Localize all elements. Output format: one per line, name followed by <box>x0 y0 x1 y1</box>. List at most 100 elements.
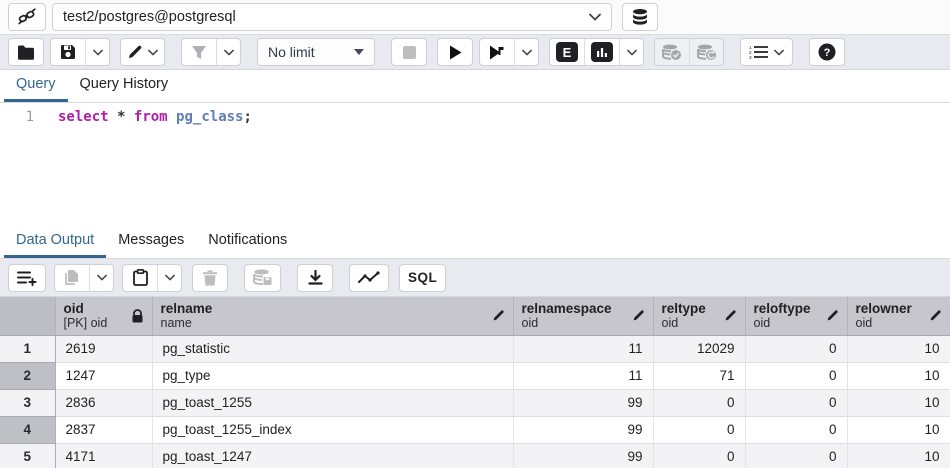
row-number-cell[interactable]: 2 <box>0 362 55 389</box>
pencil-icon[interactable] <box>492 309 505 322</box>
grid-cell[interactable]: pg_toast_1247 <box>152 443 513 468</box>
grid-cell[interactable]: 0 <box>745 389 847 416</box>
cancel-query-button[interactable] <box>391 38 427 66</box>
stop-icon <box>403 46 416 59</box>
grid-header: oid [PK] oid relname name <box>0 297 950 335</box>
pencil-icon[interactable] <box>724 309 737 322</box>
grid-cell[interactable]: pg_toast_1255_index <box>152 416 513 443</box>
rollback-button[interactable] <box>689 39 723 65</box>
row-number-cell[interactable]: 5 <box>0 443 55 468</box>
grid-cell[interactable]: 10 <box>847 416 950 443</box>
connection-select[interactable]: test2/postgres@postgresql <box>52 3 612 31</box>
copy-menu-button[interactable] <box>89 265 113 291</box>
grid-cell[interactable]: 11 <box>513 362 653 389</box>
paste-button[interactable] <box>123 265 157 291</box>
commit-button[interactable] <box>655 39 689 65</box>
explain-icon: E <box>556 42 578 62</box>
numbered-list-icon: 123 <box>749 45 769 59</box>
save-data-changes-button[interactable] <box>244 264 281 292</box>
sql-editor[interactable]: 1 select * from pg_class; <box>0 103 950 228</box>
copy-group <box>54 264 114 292</box>
edit-button[interactable] <box>121 39 164 65</box>
download-button[interactable] <box>297 264 333 292</box>
graph-visualiser-button[interactable] <box>349 264 389 292</box>
data-output-grid: oid [PK] oid relname name <box>0 297 950 468</box>
explain-analyze-button[interactable] <box>584 39 619 65</box>
grid-cell[interactable]: 1247 <box>55 362 152 389</box>
execute-options-group <box>479 38 539 66</box>
output-panel-tabs: Data Output Messages Notifications <box>0 228 950 259</box>
row-limit-select[interactable]: No limit <box>257 38 375 66</box>
row-number-cell[interactable]: 4 <box>0 416 55 443</box>
copy-button[interactable] <box>55 265 89 291</box>
tab-messages[interactable]: Messages <box>106 226 196 258</box>
grid-cell[interactable]: 0 <box>653 443 745 468</box>
execute-menu-button[interactable] <box>514 39 538 65</box>
row-number-cell[interactable]: 1 <box>0 335 55 362</box>
macro-button[interactable]: 123 <box>740 38 793 66</box>
filter-button[interactable] <box>182 39 216 65</box>
grid-corner-cell[interactable] <box>0 297 55 335</box>
show-sql-button[interactable]: SQL <box>399 264 446 292</box>
pencil-icon[interactable] <box>826 309 839 322</box>
new-connection-button[interactable] <box>622 3 658 31</box>
download-icon <box>308 270 323 286</box>
add-row-button[interactable] <box>8 264 46 292</box>
tab-query[interactable]: Query <box>4 70 68 102</box>
pencil-icon[interactable] <box>632 309 645 322</box>
grid-cell[interactable]: 0 <box>745 335 847 362</box>
grid-cell[interactable]: pg_toast_1255 <box>152 389 513 416</box>
grid-cell[interactable]: 10 <box>847 335 950 362</box>
edit-button-group <box>120 38 165 66</box>
grid-cell[interactable]: 10 <box>847 362 950 389</box>
grid-cell[interactable]: 71 <box>653 362 745 389</box>
pencil-icon[interactable] <box>929 309 942 322</box>
tab-data-output[interactable]: Data Output <box>4 226 106 258</box>
column-header-reltype[interactable]: reltype oid <box>653 297 745 335</box>
caret-down-icon <box>354 49 364 55</box>
grid-cell[interactable]: 10 <box>847 443 950 468</box>
grid-cell[interactable]: 12029 <box>653 335 745 362</box>
grid-cell[interactable]: 2619 <box>55 335 152 362</box>
column-header-relowner[interactable]: relowner oid <box>847 297 950 335</box>
explain-button[interactable]: E <box>550 39 584 65</box>
grid-cell[interactable]: 0 <box>653 389 745 416</box>
rollback-icon <box>697 44 717 61</box>
grid-cell[interactable]: 99 <box>513 443 653 468</box>
column-header-oid[interactable]: oid [PK] oid <box>55 297 152 335</box>
grid-cell[interactable]: 2836 <box>55 389 152 416</box>
grid-cell[interactable]: 0 <box>653 416 745 443</box>
grid-cell[interactable]: 0 <box>745 416 847 443</box>
execute-to-cursor-button[interactable] <box>480 39 514 65</box>
delete-row-button[interactable] <box>192 264 228 292</box>
grid-cell[interactable]: 99 <box>513 416 653 443</box>
grid-cell[interactable]: 99 <box>513 389 653 416</box>
grid-cell[interactable]: pg_statistic <box>152 335 513 362</box>
row-limit-value: No limit <box>268 44 315 60</box>
explain-menu-button[interactable] <box>619 39 643 65</box>
filter-menu-button[interactable] <box>216 39 240 65</box>
connection-status-button[interactable] <box>8 3 46 31</box>
row-number-cell[interactable]: 3 <box>0 389 55 416</box>
help-button[interactable]: ? <box>809 38 845 66</box>
grid-cell[interactable]: 0 <box>745 362 847 389</box>
paste-menu-button[interactable] <box>157 265 181 291</box>
editor-code-line[interactable]: select * from pg_class; <box>46 103 950 228</box>
open-file-button[interactable] <box>8 38 44 66</box>
grid-cell[interactable]: 10 <box>847 389 950 416</box>
column-header-reloftype[interactable]: reloftype oid <box>745 297 847 335</box>
grid-cell[interactable]: 0 <box>745 443 847 468</box>
filter-icon <box>191 45 207 60</box>
grid-cell[interactable]: 11 <box>513 335 653 362</box>
grid-cell[interactable]: pg_type <box>152 362 513 389</box>
grid-cell[interactable]: 4171 <box>55 443 152 468</box>
tab-notifications[interactable]: Notifications <box>196 226 299 258</box>
grid-cell[interactable]: 2837 <box>55 416 152 443</box>
save-menu-button[interactable] <box>85 39 109 65</box>
column-header-relnamespace[interactable]: relnamespace oid <box>513 297 653 335</box>
tab-query-history[interactable]: Query History <box>68 70 181 102</box>
save-file-button[interactable] <box>51 39 85 65</box>
lock-icon <box>131 309 144 323</box>
column-header-relname[interactable]: relname name <box>152 297 513 335</box>
execute-button[interactable] <box>437 38 473 66</box>
